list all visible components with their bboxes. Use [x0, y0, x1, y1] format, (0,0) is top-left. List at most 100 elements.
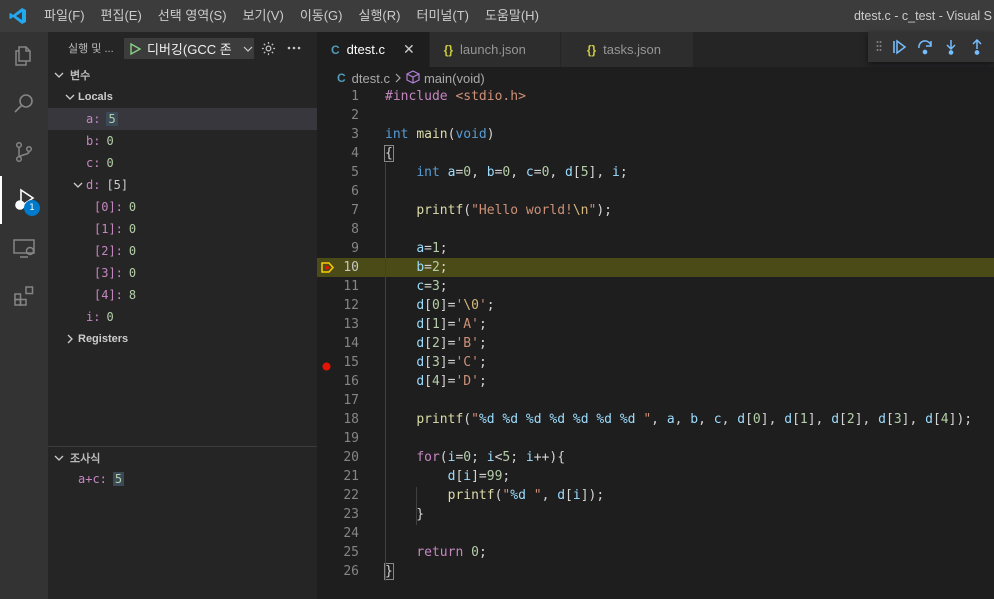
code-text: printf("%d %d %d %d %d %d %d ", a, b, c,… — [416, 412, 973, 427]
variable-row[interactable]: b: 0 — [48, 130, 317, 152]
line-number: 18 — [343, 412, 359, 427]
code-text: d[3]='C'; — [416, 355, 487, 370]
chevron-right-icon — [394, 71, 402, 86]
code-line: 18 printf("%d %d %d %d %d %d %d ", a, b,… — [317, 410, 994, 429]
variable-value: 8 — [128, 288, 137, 302]
menu-edit[interactable]: 편집(E) — [93, 0, 150, 32]
variable-name: [0]: — [94, 200, 123, 214]
line-number: 22 — [343, 488, 359, 503]
menu-help[interactable]: 도움말(H) — [477, 0, 547, 32]
code-line: 5 int a=0, b=0, c=0, d[5], i; — [317, 163, 994, 182]
array-element-row[interactable]: [0]: 0 — [48, 196, 317, 218]
tab-launch-json[interactable]: {} launch.json — [429, 32, 561, 67]
tab-dtest-c[interactable]: C dtest.c ✕ — [317, 32, 430, 67]
variable-value: 0 — [128, 266, 137, 280]
menu-go[interactable]: 이동(G) — [292, 0, 351, 32]
tab-label: dtest.c — [346, 42, 385, 57]
search-icon[interactable] — [0, 80, 48, 128]
watch-header-label: 조사식 — [70, 453, 101, 465]
vscode-logo-icon — [0, 0, 36, 32]
breadcrumb: C dtest.c main(void) — [317, 67, 994, 89]
registers-group[interactable]: Registers — [48, 328, 317, 350]
code-text: #include <stdio.h> — [385, 89, 526, 104]
code-text: d[0]='\0'; — [416, 298, 495, 313]
chevron-down-icon — [54, 453, 66, 463]
debug-config-select[interactable]: 디버깅(GCC 존 — [124, 38, 254, 59]
code-line: 26} — [317, 562, 994, 581]
variable-name: d: — [86, 178, 101, 192]
code-text: } — [385, 507, 425, 522]
line-number: 11 — [343, 279, 359, 294]
sidebar-title: 실행 및 ... — [68, 43, 114, 55]
watch-section-header[interactable]: 조사식 — [48, 447, 317, 469]
code-line: 20 for(i=0; i<5; i++){ — [317, 448, 994, 467]
code-line: 25 return 0; — [317, 543, 994, 562]
more-actions-icon[interactable] — [286, 40, 302, 56]
extensions-icon[interactable] — [0, 272, 48, 320]
start-debug-icon[interactable] — [129, 42, 141, 55]
debug-config-label: 디버깅(GCC 존 — [147, 42, 232, 57]
code-text: int a=0, b=0, c=0, d[5], i; — [416, 165, 628, 180]
variable-name: [1]: — [94, 222, 123, 236]
line-number: 3 — [351, 127, 359, 142]
explorer-icon[interactable] — [0, 32, 48, 80]
run-debug-icon[interactable]: 1 — [0, 176, 48, 224]
code-text: b=2; — [416, 260, 448, 275]
step-over-icon[interactable] — [912, 36, 938, 58]
code-text: d[1]='A'; — [416, 317, 487, 332]
code-line: 24 — [317, 524, 994, 543]
array-element-row[interactable]: [2]: 0 — [48, 240, 317, 262]
tab-tasks-json[interactable]: {} tasks.json — [560, 32, 694, 67]
continue-icon[interactable] — [886, 36, 912, 58]
menu-run[interactable]: 실행(R) — [351, 0, 409, 32]
code-editor[interactable]: 1 #include <stdio.h> 2 3 int main(void) 4{… — [317, 87, 994, 581]
variable-row[interactable]: a: 5 — [48, 108, 317, 130]
variable-row[interactable]: c: 0 — [48, 152, 317, 174]
window-title: dtest.c - c_test - Visual S — [853, 9, 992, 23]
array-element-row[interactable]: [3]: 0 — [48, 262, 317, 284]
variable-row[interactable]: d: [5] — [48, 174, 317, 196]
indent-guide — [416, 487, 417, 525]
variable-value: 0 — [106, 134, 114, 148]
locals-group[interactable]: Locals — [48, 86, 317, 108]
code-line: 17 — [317, 391, 994, 410]
variable-row[interactable]: i: 0 — [48, 306, 317, 328]
variable-value: 5 — [106, 112, 118, 126]
variable-value: 0 — [128, 244, 137, 258]
line-number: 12 — [343, 298, 359, 313]
code-text: { — [384, 145, 394, 162]
drag-handle-icon[interactable] — [876, 40, 886, 55]
code-text: d[4]='D'; — [416, 374, 487, 389]
menu-bar: 파일(F) 편집(E) 선택 영역(S) 보기(V) 이동(G) 실행(R) 터… — [36, 0, 547, 32]
gear-icon[interactable] — [260, 40, 276, 56]
variable-name: i: — [86, 310, 101, 324]
breadcrumb-symbol[interactable]: main(void) — [424, 71, 485, 86]
step-out-icon[interactable] — [964, 36, 990, 58]
code-line: 1 #include <stdio.h> — [317, 87, 994, 106]
code-line: 7 printf("Hello world!\n"); — [317, 201, 994, 220]
code-text: c=3; — [416, 279, 448, 294]
array-element-row[interactable]: [4]: 8 — [48, 284, 317, 306]
remote-explorer-icon[interactable] — [0, 224, 48, 272]
watch-expression-row[interactable]: a+c: 5 — [48, 468, 125, 490]
debug-toolbar — [868, 32, 994, 62]
variable-value: 0 — [128, 222, 137, 236]
code-text: d[i]=99; — [447, 469, 511, 484]
variable-value: [5] — [106, 178, 129, 192]
source-control-icon[interactable] — [0, 128, 48, 176]
breadcrumb-file[interactable]: dtest.c — [352, 71, 390, 86]
code-line: 11 c=3; — [317, 277, 994, 296]
menu-view[interactable]: 보기(V) — [235, 0, 292, 32]
array-element-row[interactable]: [1]: 0 — [48, 218, 317, 240]
code-line: 22 printf("%d ", d[i]); — [317, 486, 994, 505]
variable-value: 0 — [106, 156, 114, 170]
menu-selection[interactable]: 선택 영역(S) — [150, 0, 235, 32]
variables-section-header[interactable]: 변수 — [48, 64, 317, 86]
menu-file[interactable]: 파일(F) — [36, 0, 93, 32]
line-number: 17 — [343, 393, 359, 408]
variable-name: [4]: — [94, 288, 123, 302]
code-line-breakpoint: 15 d[3]='C'; — [317, 353, 994, 372]
step-into-icon[interactable] — [938, 36, 964, 58]
close-icon[interactable]: ✕ — [403, 41, 415, 58]
menu-terminal[interactable]: 터미널(T) — [408, 0, 476, 32]
